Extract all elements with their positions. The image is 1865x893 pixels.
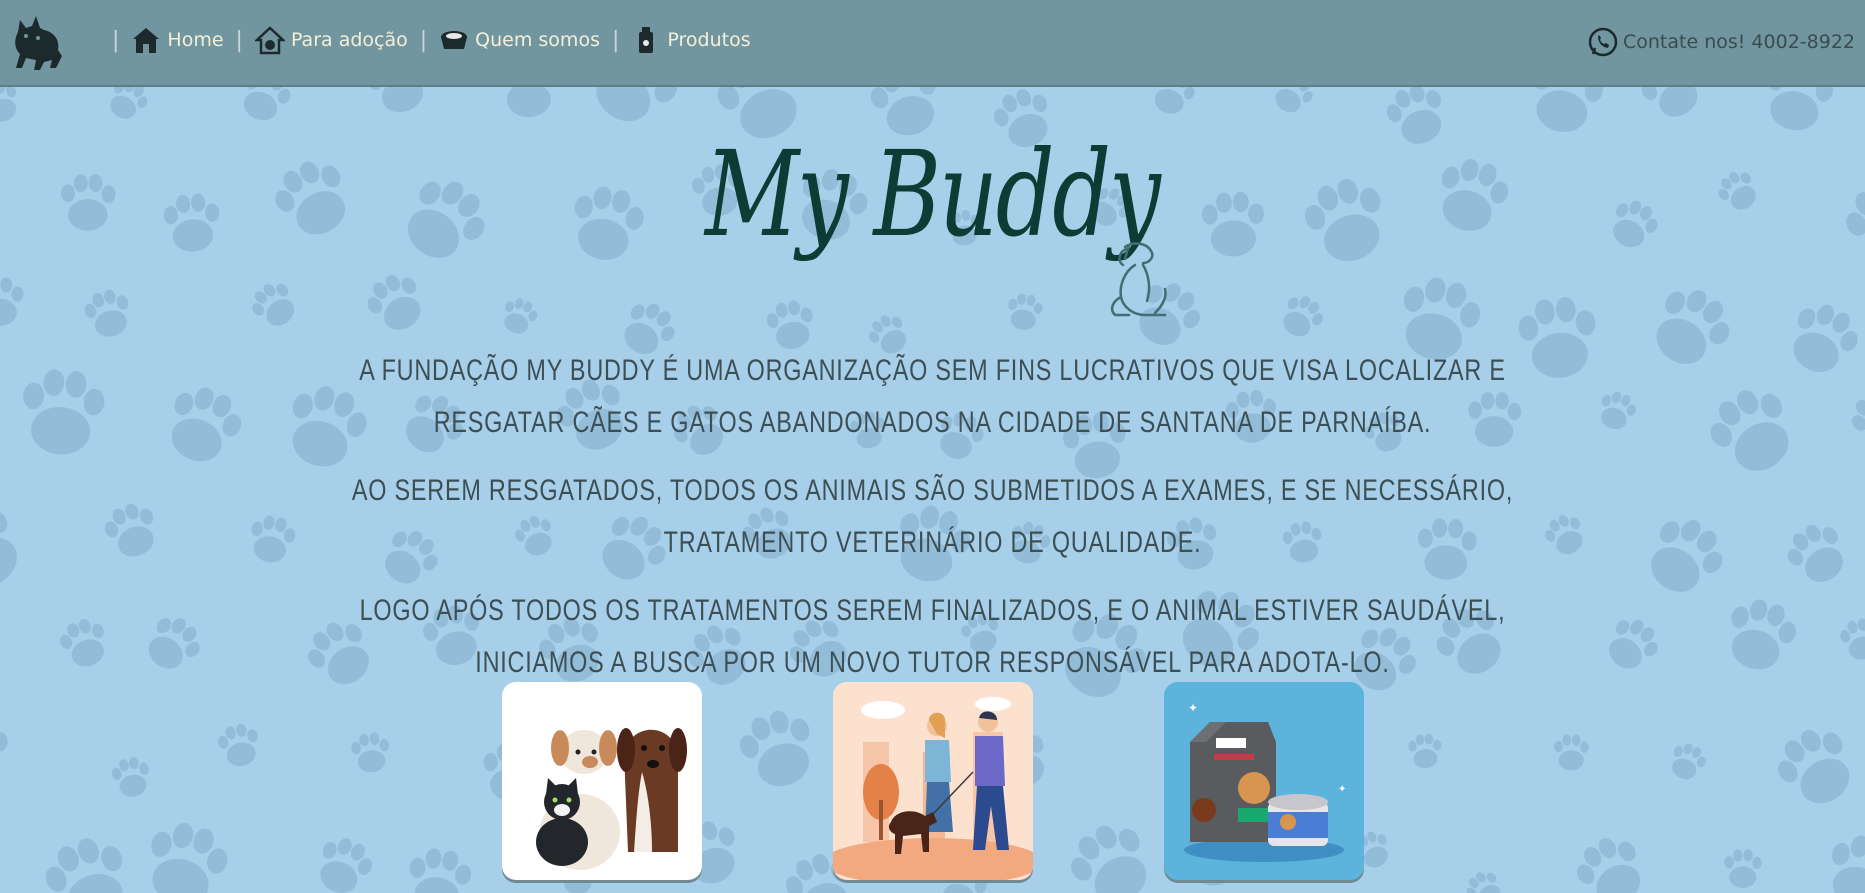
paw-print bbox=[1274, 289, 1330, 345]
paw-print bbox=[162, 191, 223, 255]
nav-about[interactable]: Quem somos bbox=[439, 25, 600, 55]
paw-print bbox=[497, 294, 542, 339]
dogs-and-cat-illustration bbox=[536, 728, 687, 870]
card-walk[interactable] bbox=[833, 682, 1033, 880]
adoption-house-icon bbox=[254, 25, 285, 55]
nav-adoption[interactable]: Para adoção bbox=[254, 25, 408, 55]
nav-adoption-label: Para adoção bbox=[290, 29, 408, 51]
paw-print bbox=[1698, 376, 1808, 486]
contact-label: Contate nos! 4002-8922 bbox=[1623, 31, 1855, 53]
paw-print bbox=[1766, 716, 1865, 818]
whatsapp-icon bbox=[1587, 26, 1619, 58]
paw-print bbox=[80, 285, 137, 343]
paw-print bbox=[109, 754, 154, 801]
nav-home[interactable]: Home bbox=[131, 25, 224, 55]
paw-print bbox=[1554, 734, 1589, 771]
nav-separator: | bbox=[611, 27, 620, 53]
brand-logo: My Buddy bbox=[705, 135, 1185, 317]
paw-print bbox=[309, 831, 379, 893]
paw-print bbox=[265, 149, 362, 248]
pet-bowl-icon bbox=[439, 25, 469, 55]
paw-print bbox=[1380, 77, 1454, 152]
top-navbar: | Home | Para adoção | Quem somos | Prod… bbox=[0, 0, 1865, 87]
home-icon bbox=[131, 25, 161, 55]
feature-cards: ✦ ✦ bbox=[502, 682, 1364, 882]
paw-print bbox=[390, 166, 499, 275]
paw-print bbox=[55, 613, 114, 674]
paw-print bbox=[137, 815, 235, 893]
cat-and-dog-logo[interactable] bbox=[10, 12, 72, 72]
description-paragraph: Ao serem resgatados, todos os animais sã… bbox=[351, 474, 1514, 559]
paw-print bbox=[1724, 849, 1762, 889]
product-bottle-icon bbox=[631, 25, 661, 55]
paw-print bbox=[1835, 170, 1865, 275]
card-products[interactable]: ✦ ✦ bbox=[1164, 682, 1364, 880]
paw-print bbox=[0, 718, 9, 782]
paw-print bbox=[1665, 738, 1711, 785]
paw-print bbox=[1567, 827, 1656, 893]
nav-separator: | bbox=[235, 27, 243, 53]
paw-print bbox=[1407, 732, 1443, 770]
paw-print bbox=[60, 174, 116, 231]
paw-print bbox=[1200, 190, 1266, 258]
description-paragraph: Logo após todos os tratamentos serem fin… bbox=[359, 594, 1506, 679]
nav-products[interactable]: Produtos bbox=[631, 25, 751, 55]
nav-about-label: Quem somos bbox=[475, 29, 600, 51]
paw-print bbox=[99, 497, 165, 564]
nav-separator: | bbox=[419, 27, 428, 53]
paw-print bbox=[1843, 380, 1865, 456]
paw-print bbox=[1712, 164, 1765, 218]
paw-print bbox=[18, 367, 107, 458]
paw-print bbox=[1429, 152, 1515, 240]
paw-print bbox=[0, 277, 24, 327]
about-description: A Fundação My Buddy é uma organização se… bbox=[170, 345, 1695, 705]
paw-print bbox=[1779, 295, 1865, 384]
paw-print bbox=[1819, 829, 1865, 893]
paw-print bbox=[1718, 592, 1803, 678]
paw-print bbox=[1297, 170, 1397, 272]
paw-print bbox=[359, 265, 434, 340]
paw-print bbox=[1603, 194, 1664, 256]
card-pets[interactable] bbox=[502, 682, 702, 880]
paw-print bbox=[0, 494, 36, 603]
couple-walking-dog-illustration bbox=[833, 682, 1033, 880]
paw-print bbox=[1460, 865, 1509, 893]
svg-text:✦: ✦ bbox=[1188, 701, 1198, 715]
paw-print bbox=[1779, 515, 1857, 593]
paw-print bbox=[36, 828, 141, 893]
paw-print bbox=[245, 275, 305, 335]
nav-home-label: Home bbox=[167, 29, 224, 51]
description-paragraph: A Fundação My Buddy é uma organização se… bbox=[359, 354, 1506, 439]
nav-separator: | bbox=[112, 27, 120, 53]
paw-print bbox=[214, 720, 264, 771]
nav-products-label: Produtos bbox=[667, 29, 751, 51]
svg-text:✦: ✦ bbox=[1338, 784, 1346, 795]
sitting-dog-icon bbox=[1110, 242, 1167, 317]
paw-print bbox=[404, 845, 474, 893]
paw-print bbox=[565, 181, 649, 267]
paw-print bbox=[349, 730, 393, 775]
contact-link[interactable]: Contate nos! 4002-8922 bbox=[1587, 26, 1855, 58]
dog-food-products-illustration: ✦ ✦ bbox=[1164, 682, 1364, 880]
paw-print bbox=[1837, 615, 1865, 664]
